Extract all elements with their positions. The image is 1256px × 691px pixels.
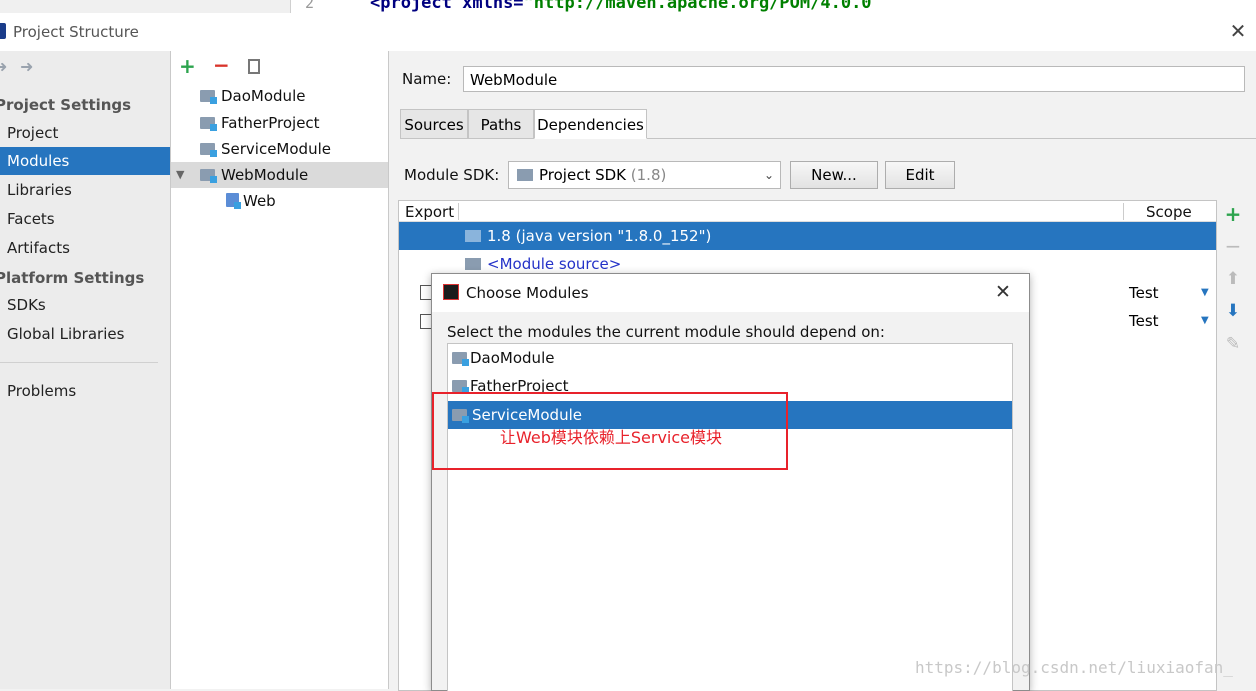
name-label: Name:	[402, 70, 452, 88]
code-value: "http://maven.apache.org/POM/4.0.0	[523, 0, 872, 13]
close-icon[interactable]: ✕	[995, 281, 1011, 303]
choose-modules-dialog: Choose Modules ✕ Select the modules the …	[431, 273, 1030, 691]
move-down-icon[interactable]: ⬇	[1221, 301, 1245, 321]
sidebar-item-artifacts[interactable]: Artifacts	[0, 234, 170, 262]
chevron-down-icon[interactable]: ▼	[1201, 279, 1209, 307]
tree-item-label: FatherProject	[221, 114, 320, 132]
scope-value[interactable]: Test	[1129, 307, 1159, 335]
code-attr: xmlns=	[462, 0, 524, 13]
column-scope[interactable]: Scope	[1146, 203, 1192, 221]
settings-sidebar: ➜ ➜ Project Settings Project Modules Lib…	[0, 51, 171, 689]
module-sdk-select[interactable]: Project SDK (1.8) ⌄	[508, 161, 781, 189]
tree-item-label: Web	[243, 192, 276, 210]
platform-settings-header: Platform Settings	[0, 269, 145, 287]
remove-dependency-icon[interactable]: −	[1221, 234, 1245, 258]
sidebar-item-facets[interactable]: Facets	[0, 205, 170, 233]
editor-code-line: <project xmlns="http://maven.apache.org/…	[370, 0, 872, 13]
move-up-icon[interactable]: ⬆	[1221, 269, 1245, 289]
column-divider	[458, 203, 459, 220]
jdk-folder-icon	[465, 230, 481, 242]
sidebar-item-project[interactable]: Project	[0, 119, 170, 147]
tree-item-daomodule[interactable]: DaoModule	[171, 83, 388, 109]
sidebar-item-sdks[interactable]: SDKs	[0, 291, 170, 319]
sidebar-divider	[0, 362, 158, 363]
sdk-folder-icon	[517, 169, 533, 181]
list-item-label: DaoModule	[470, 349, 555, 367]
column-divider	[1123, 203, 1124, 220]
tab-paths[interactable]: Paths	[468, 109, 534, 139]
editor-gutter	[0, 0, 291, 13]
editor-background: 2 <project xmlns="http://maven.apache.or…	[0, 0, 1256, 13]
chevron-down-icon[interactable]: ▼	[1201, 307, 1209, 335]
intellij-app-icon	[0, 23, 6, 39]
edit-pencil-icon[interactable]: ✎	[1221, 334, 1245, 354]
new-sdk-button[interactable]: New...	[790, 161, 878, 189]
tree-item-fatherproject[interactable]: FatherProject	[171, 110, 388, 136]
tree-item-label: DaoModule	[221, 87, 306, 105]
dialog-title: Choose Modules	[466, 284, 589, 302]
sidebar-item-problems[interactable]: Problems	[0, 377, 170, 405]
sidebar-item-global-libraries[interactable]: Global Libraries	[0, 320, 170, 348]
project-settings-header: Project Settings	[0, 96, 132, 114]
dependency-label: 1.8 (java version "1.8.0_152")	[487, 227, 712, 245]
editor-line-number: 2	[305, 0, 315, 12]
dialog-titlebar: Choose Modules ✕	[432, 274, 1029, 312]
add-icon[interactable]: +	[179, 54, 196, 78]
tab-dependencies[interactable]: Dependencies	[534, 109, 647, 139]
window-titlebar: Project Structure ✕	[0, 13, 1256, 51]
source-folder-icon	[465, 258, 481, 270]
module-folder-icon	[200, 143, 217, 157]
add-dependency-icon[interactable]: +	[1221, 202, 1245, 226]
remove-icon[interactable]: −	[213, 53, 230, 77]
chevron-down-icon: ⌄	[764, 168, 775, 182]
copy-icon[interactable]	[248, 59, 260, 74]
sidebar-item-libraries[interactable]: Libraries	[0, 176, 170, 204]
code-tag: <project	[370, 0, 463, 13]
tree-item-servicemodule[interactable]: ServiceModule	[171, 136, 388, 162]
module-folder-icon	[452, 352, 469, 366]
watermark: https://blog.csdn.net/liuxiaofan_	[915, 658, 1233, 677]
tab-sources[interactable]: Sources	[400, 109, 468, 139]
module-tree-panel: + − DaoModule FatherProject ServiceModul…	[171, 51, 389, 689]
column-export[interactable]: Export	[405, 203, 454, 221]
forward-arrow-icon[interactable]: ➜	[20, 57, 33, 76]
window-title: Project Structure	[13, 23, 139, 41]
edit-sdk-button[interactable]: Edit	[885, 161, 955, 189]
close-icon[interactable]: ✕	[1226, 19, 1250, 43]
tree-item-label: ServiceModule	[221, 140, 331, 158]
tab-underline	[647, 138, 1256, 139]
module-sdk-label: Module SDK:	[404, 166, 500, 184]
tree-item-webmodule[interactable]: ▼ WebModule	[171, 162, 388, 188]
module-folder-icon	[200, 90, 217, 104]
module-folder-icon	[452, 380, 469, 394]
dependency-row-jdk[interactable]: 1.8 (java version "1.8.0_152")	[399, 222, 1216, 250]
list-item-daomodule[interactable]: DaoModule	[448, 344, 1012, 372]
table-header	[399, 201, 1216, 222]
tree-item-label: WebModule	[221, 166, 309, 184]
intellij-app-icon	[443, 284, 459, 300]
sdk-value: Project SDK	[539, 166, 626, 184]
scope-value[interactable]: Test	[1129, 279, 1159, 307]
module-folder-icon	[200, 169, 217, 183]
sidebar-item-modules[interactable]: Modules	[0, 147, 170, 175]
annotation-text: 让Web模块依赖上Service模块	[500, 428, 723, 447]
web-facet-icon	[226, 193, 241, 209]
dependency-label: <Module source>	[487, 255, 622, 273]
back-arrow-icon[interactable]: ➜	[0, 57, 7, 76]
tree-item-web-facet[interactable]: Web	[171, 188, 388, 214]
dialog-prompt: Select the modules the current module sh…	[447, 323, 885, 341]
module-name-field[interactable]: WebModule	[463, 66, 1245, 92]
module-folder-icon	[200, 117, 217, 131]
chevron-down-icon[interactable]: ▼	[176, 162, 184, 188]
sdk-version: (1.8)	[630, 166, 667, 184]
